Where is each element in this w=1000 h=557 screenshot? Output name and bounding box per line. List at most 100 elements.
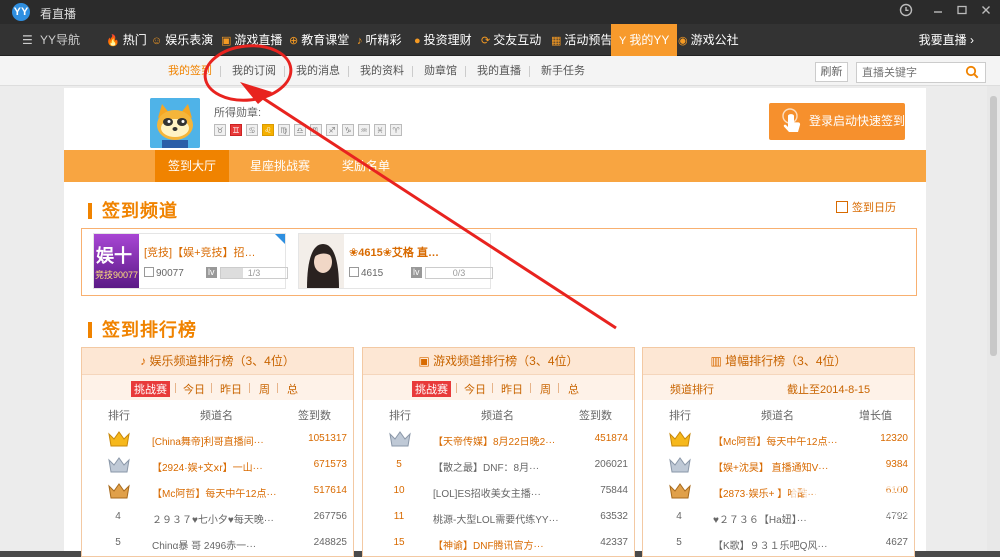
channel-name[interactable]: [竞技]【娱+竞技】招… [144,244,256,260]
nav-item-entertainment[interactable]: ☺ 娱乐表演 [151,24,213,56]
watermark-url: jingyan.baidu.com [826,508,915,520]
nav-item-events[interactable]: ▦ 活动预告 [551,24,612,56]
nav-item-my-yy[interactable]: Y 我的YY [611,24,678,56]
table-row[interactable]: 10 [LOL]ES招收美女主播··· 75844 [363,478,634,504]
tab-constellation-challenge[interactable]: 星座挑战赛 [250,150,310,182]
table-row[interactable]: 5 【散之最】DNF：8月··· 206021 [363,452,634,478]
nav-item-social[interactable]: ⟳ 交友互动 [481,24,541,56]
channel-name[interactable]: ❀4615❀艾格 直… [349,244,439,260]
ranking-filter: 频道排行 截止至2014-8-15 [643,374,914,400]
ranking-title: 签到排行榜 [88,316,197,342]
silver-crown-icon [389,431,411,447]
filter-today[interactable]: 今日 [183,381,205,397]
medal-icon[interactable]: ♋ [246,124,258,136]
table-row[interactable]: [China舞帝]利哥直播间··· 1051317 [82,426,353,452]
maximize-icon[interactable] [953,3,971,21]
medal-icon[interactable]: ♌ [262,124,274,136]
watermark-brand: Bai 经验 [790,476,904,507]
bronze-crown-icon [669,483,691,499]
nav-item-game-club[interactable]: ◉ 游戏公社 [678,24,739,56]
filter-challenge[interactable]: 挑战赛 [131,381,170,397]
filter-total[interactable]: 总 [287,381,298,397]
minimize-icon[interactable] [929,3,947,21]
table-row[interactable]: 11 桃源-大型LOL需要代练YY··· 63532 [363,504,634,530]
medal-icon[interactable]: ♍ [278,124,290,136]
table-row[interactable]: 5 Chinα暴 哥 2496赤一··· 248825 [82,530,353,556]
menu-icon: ☰ [22,33,33,47]
ranking-header: ▣ 游戏频道排行榜（3、4位） [363,348,634,374]
medal-icon[interactable]: ♑ [342,124,354,136]
nav-item-finance[interactable]: ● 投资理财 [414,24,472,56]
quick-checkin-button[interactable]: 登录启动快速签到 [769,103,905,140]
table-row[interactable]: 5 【K歌】９３１乐吧Q风··· 4627 [643,530,914,556]
checkin-calendar-link[interactable]: 签到日历 [836,199,896,215]
table-row[interactable]: 【Mc阿哲】每天中午12点··· 517614 [82,478,353,504]
filter-week[interactable]: 周 [540,381,551,397]
table-row[interactable]: 4 ２９３７♥七小夕♥每天晚··· 267756 [82,504,353,530]
medal-icon[interactable]: ♓ [374,124,386,136]
ranking-columns-header: 排行 频道名 增长值 [669,410,892,422]
avatar[interactable] [150,98,200,148]
main-nav: ☰ YY导航 🔥 热门 ☺ 娱乐表演 ▣ 游戏直播 ⊕ 教育课堂 ♪ 听精彩 ● 投资理财 ⟳… [0,24,1000,56]
ranking-column-entertainment: ♪ 娱乐频道排行榜（3、4位） 挑战赛 今日 昨日 周 总 排行 频道名 签到数… [81,347,354,557]
yy-nav-label: YY导航 [40,33,81,47]
table-row[interactable]: 【Mc阿哲】每天中午12点··· 12320 [643,426,914,452]
checkin-channel-list: 娱十 竞技90077 [竞技]【娱+竞技】招… 90077 lv 1/3 ❀46… [81,228,917,296]
medal-icon[interactable]: ♊ [230,124,242,136]
channel-card[interactable]: 娱十 竞技90077 [竞技]【娱+竞技】招… 90077 lv 1/3 [93,233,288,289]
filter-challenge[interactable]: 挑战赛 [412,381,451,397]
search-input[interactable] [857,63,962,82]
filter-yesterday[interactable]: 昨日 [501,381,523,397]
silver-crown-icon [108,457,130,473]
gamepad-icon: ▣ [418,354,434,368]
subnav-newbie-tasks[interactable]: 新手任务 [541,56,585,86]
medal-icon[interactable]: ♎ [294,124,306,136]
scrollbar-thumb[interactable] [990,96,997,356]
medal-icon[interactable]: ♒ [358,124,370,136]
medal-icon[interactable]: ♈ [390,124,402,136]
checkin-progress: 1/3 [220,267,288,279]
channel-thumb-subtext: 竞技90077 [95,270,139,280]
subnav-my-subscriptions[interactable]: 我的订阅 [232,56,276,86]
subnav-my-profile[interactable]: 我的资料 [360,56,404,86]
filter-today[interactable]: 今日 [464,381,486,397]
filter-yesterday[interactable]: 昨日 [220,381,242,397]
search-box [856,62,986,83]
tab-reward-list[interactable]: 奖励名单 [342,150,390,182]
nav-item-listen[interactable]: ♪ 听精彩 [357,24,402,56]
filter-week[interactable]: 周 [259,381,270,397]
table-row[interactable]: 15 【神谕】DNF腾讯官方··· 42337 [363,530,634,556]
channel-thumbnail [299,234,344,288]
nav-item-hot[interactable]: 🔥 热门 [106,24,147,56]
filter-channel-rank[interactable]: 频道排行 [670,381,714,397]
subnav-medal-hall[interactable]: 勋章馆 [424,56,457,86]
nav-item-education[interactable]: ⊕ 教育课堂 [289,24,349,56]
calendar-icon [836,201,848,213]
subnav-my-messages[interactable]: 我的消息 [296,56,340,86]
channel-id: 4615 [349,267,383,279]
table-row[interactable]: 【2924·娱+文ⅹr】一山··· 671573 [82,452,353,478]
nav-item-game[interactable]: ▣ 游戏直播 [221,24,282,56]
silver-crown-icon [669,457,691,473]
yy-nav-button[interactable]: ☰ YY导航 [22,24,80,56]
tab-checkin-hall[interactable]: 签到大厅 [155,150,229,182]
close-icon[interactable] [977,3,995,21]
subnav-my-checkin[interactable]: 我的签到 [168,56,212,86]
go-live-button[interactable]: 我要直播 › [919,24,974,56]
channel-card[interactable]: ❀4615❀艾格 直… 4615 lv 0/3 [298,233,493,289]
bar-chart-icon: ▥ [710,354,726,368]
medal-icon[interactable]: ♐ [326,124,338,136]
watermark: Bai 经验 jingyan.baidu.com [778,462,998,532]
medal-icon[interactable]: ♉ [214,124,226,136]
checkin-progress: 0/3 [425,267,493,279]
subnav-my-live[interactable]: 我的直播 [477,56,521,86]
table-row[interactable]: 【天帝传媒】8月22日晚2··· 451874 [363,426,634,452]
refresh-button[interactable]: 刷新 [815,62,848,82]
level-badge: lv [411,267,422,278]
chevron-right-icon: › [970,33,974,47]
ring-icon: ◉ [678,35,688,47]
search-icon[interactable] [965,65,979,79]
filter-total[interactable]: 总 [568,381,579,397]
medal-icon[interactable]: ♏ [310,124,322,136]
clock-icon[interactable] [897,3,915,21]
